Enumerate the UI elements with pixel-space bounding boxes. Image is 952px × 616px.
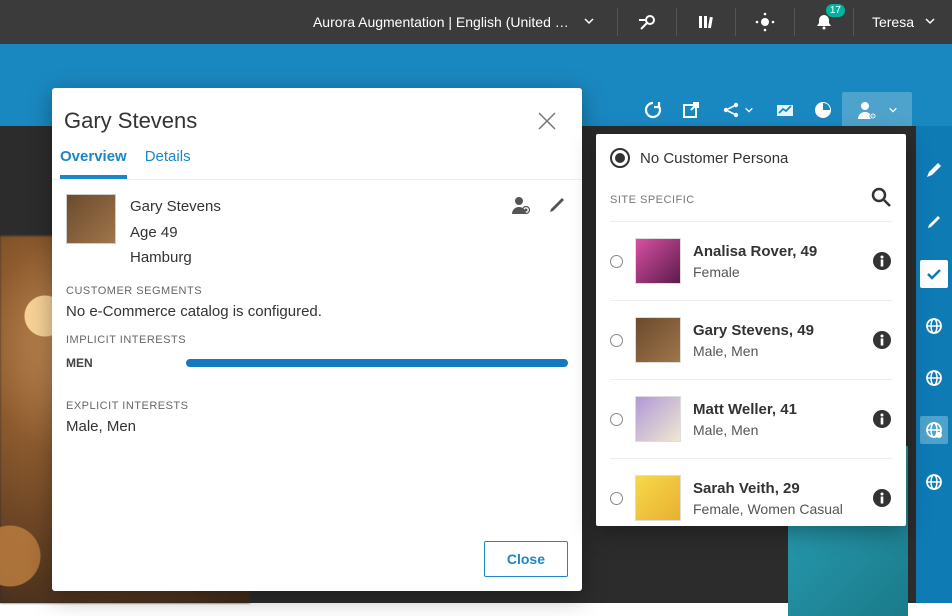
persona-meta: Male, Men	[693, 422, 860, 438]
rail-globe-icon[interactable]	[920, 312, 948, 340]
divider	[794, 8, 795, 36]
open-external-button[interactable]	[672, 92, 710, 128]
refresh-button[interactable]	[634, 92, 672, 128]
modal-tabs: Overview Details	[52, 140, 582, 180]
profile-row: Gary Stevens Age 49 Hamburg	[66, 194, 568, 271]
persona-meta: Female	[693, 264, 860, 280]
divider	[617, 8, 618, 36]
explicit-interests-text: Male, Men	[66, 418, 568, 435]
user-name-label: Teresa	[872, 14, 914, 30]
persona-avatar	[635, 396, 681, 442]
modal-header: Gary Stevens	[52, 88, 582, 140]
tab-details[interactable]: Details	[145, 148, 191, 179]
site-specific-label: SITE SPECIFIC	[610, 194, 695, 206]
persona-avatar	[635, 238, 681, 284]
library-icon[interactable]	[691, 7, 721, 37]
persona-name: Analisa Rover, 49	[693, 243, 860, 260]
info-icon[interactable]	[872, 409, 892, 429]
close-button[interactable]: Close	[484, 541, 568, 577]
locator-icon[interactable]	[750, 7, 780, 37]
chevron-down-icon	[583, 14, 595, 30]
persona-row[interactable]: Matt Weller, 41 Male, Men	[610, 380, 892, 459]
tab-overview[interactable]: Overview	[60, 148, 127, 179]
time-icon[interactable]	[804, 92, 842, 128]
persona-avatar	[635, 317, 681, 363]
modal-body: Gary Stevens Age 49 Hamburg CUSTOMER SEG…	[52, 180, 582, 529]
user-menu[interactable]: Teresa	[872, 14, 936, 30]
explicit-interests-label: EXPLICIT INTERESTS	[66, 400, 568, 412]
analytics-icon[interactable]	[766, 92, 804, 128]
persona-radio[interactable]	[610, 492, 623, 505]
persona-row[interactable]: Gary Stevens, 49 Male, Men	[610, 301, 892, 380]
divider	[735, 8, 736, 36]
implicit-interest-bar	[186, 359, 568, 367]
implicit-interest-row: MEN	[66, 356, 568, 370]
site-language-selector[interactable]: Aurora Augmentation | English (United St…	[313, 14, 595, 30]
implicit-interests-label: IMPLICIT INTERESTS	[66, 334, 568, 346]
notifications-button[interactable]: 17	[809, 7, 839, 37]
info-icon[interactable]	[872, 488, 892, 508]
persona-row[interactable]: Analisa Rover, 49 Female	[610, 222, 892, 301]
no-persona-label: No Customer Persona	[640, 150, 788, 167]
rail-brush-icon[interactable]	[920, 156, 948, 184]
profile-actions	[510, 194, 568, 216]
persona-name: Gary Stevens, 49	[693, 322, 860, 339]
persona-meta: Female, Women Casual	[693, 501, 860, 517]
persona-text: Matt Weller, 41 Male, Men	[693, 401, 860, 438]
persona-text: Sarah Veith, 29 Female, Women Casual	[693, 480, 860, 517]
rail-pen-icon[interactable]	[920, 208, 948, 236]
persona-text: Analisa Rover, 49 Female	[693, 243, 860, 280]
info-icon[interactable]	[872, 330, 892, 350]
modal-footer: Close	[52, 529, 582, 591]
profile-text: Gary Stevens Age 49 Hamburg	[130, 194, 496, 271]
persona-name: Matt Weller, 41	[693, 401, 860, 418]
site-specific-header: SITE SPECIFIC	[610, 178, 892, 222]
profile-city: Hamburg	[130, 245, 496, 271]
persona-avatar	[635, 475, 681, 521]
site-language-label: Aurora Augmentation | English (United St…	[313, 14, 573, 30]
right-rail	[916, 126, 952, 603]
persona-radio[interactable]	[610, 413, 623, 426]
persona-detail-modal: Gary Stevens Overview Details Gary Steve…	[52, 88, 582, 591]
persona-radio[interactable]	[610, 255, 623, 268]
chevron-down-icon	[924, 14, 936, 30]
persona-meta: Male, Men	[693, 343, 860, 359]
edit-icon[interactable]	[546, 194, 568, 216]
no-persona-radio[interactable]	[610, 148, 630, 168]
info-icon[interactable]	[872, 251, 892, 271]
implicit-interest-name: MEN	[66, 356, 186, 370]
divider	[676, 8, 677, 36]
rail-globe-icon-2[interactable]	[920, 364, 948, 392]
profile-avatar	[66, 194, 116, 244]
search-icon[interactable]	[870, 186, 892, 213]
customer-segments-label: CUSTOMER SEGMENTS	[66, 285, 568, 297]
top-bar: Aurora Augmentation | English (United St…	[0, 0, 952, 44]
persona-row[interactable]: Sarah Veith, 29 Female, Women Casual	[610, 459, 892, 537]
profile-name: Gary Stevens	[130, 194, 496, 220]
persona-selector-panel: No Customer Persona SITE SPECIFIC Analis…	[596, 134, 906, 526]
share-menu[interactable]	[710, 92, 766, 128]
no-persona-row[interactable]: No Customer Persona	[610, 144, 892, 178]
close-icon[interactable]	[534, 108, 560, 134]
divider	[853, 8, 854, 36]
modal-title: Gary Stevens	[64, 108, 197, 134]
search-tool-icon[interactable]	[632, 7, 662, 37]
action-icons	[634, 92, 912, 128]
rail-globe-icon-3[interactable]	[920, 468, 948, 496]
persona-menu-button[interactable]	[842, 92, 912, 128]
persona-list: Analisa Rover, 49 Female Gary Stevens, 4…	[610, 222, 892, 537]
rail-check-icon[interactable]	[920, 260, 948, 288]
notification-badge: 17	[826, 4, 845, 17]
persona-name: Sarah Veith, 29	[693, 480, 860, 497]
customer-segments-text: No e-Commerce catalog is configured.	[66, 303, 568, 320]
view-icon[interactable]	[510, 194, 532, 216]
persona-text: Gary Stevens, 49 Male, Men	[693, 322, 860, 359]
persona-radio[interactable]	[610, 334, 623, 347]
rail-globe-active-icon[interactable]	[920, 416, 948, 444]
profile-age: Age 49	[130, 220, 496, 246]
